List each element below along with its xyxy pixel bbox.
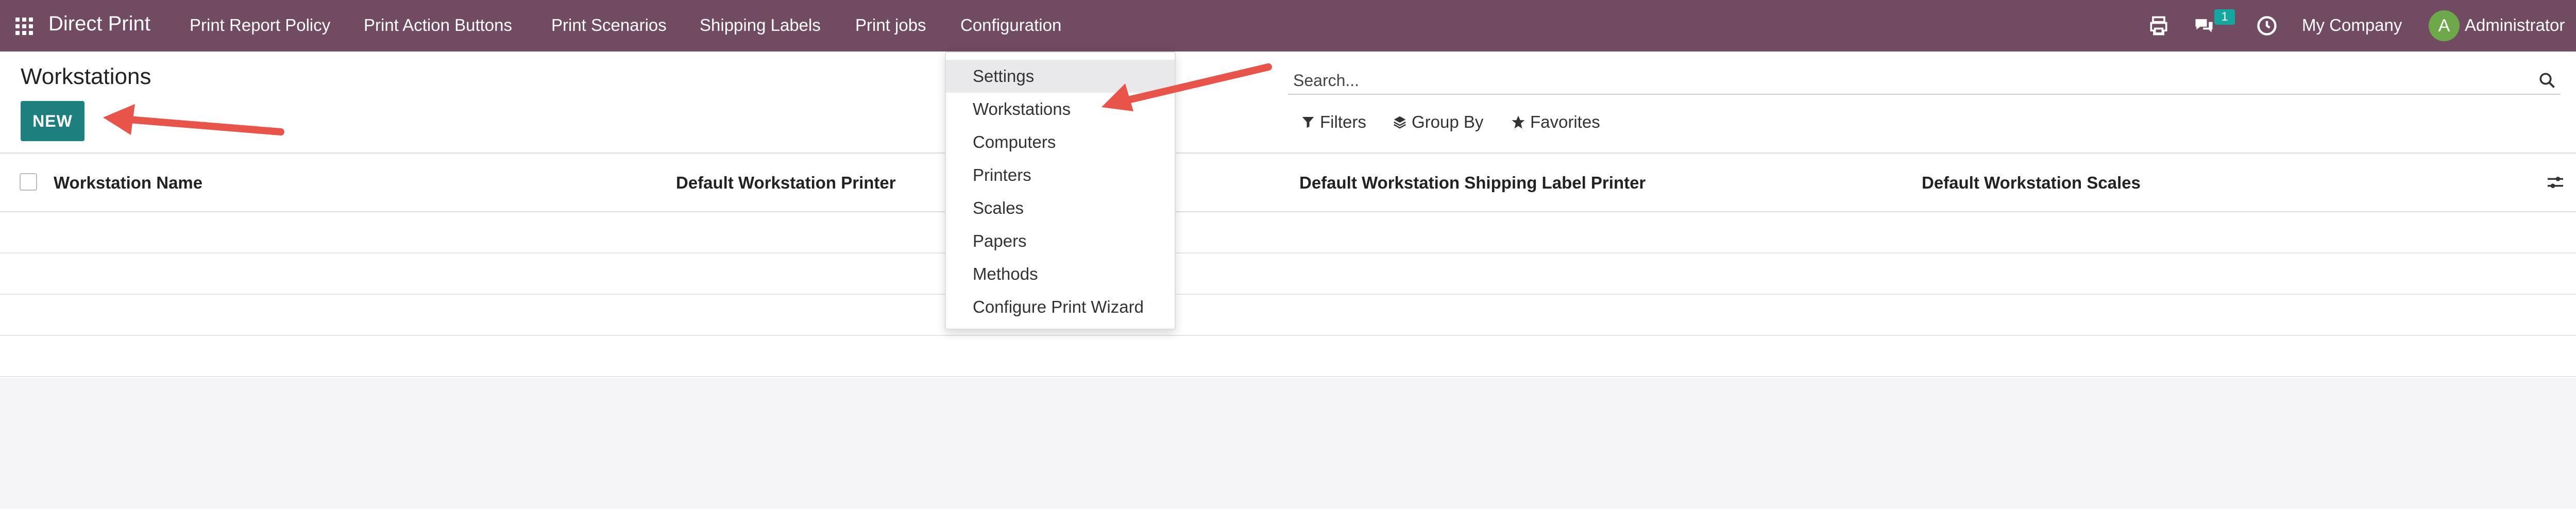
clock-icon[interactable] bbox=[2256, 14, 2278, 37]
filter-icon bbox=[1302, 117, 1314, 128]
menu-shipping-labels[interactable]: Shipping Labels bbox=[700, 15, 821, 35]
apps-grid-icon[interactable] bbox=[15, 18, 33, 35]
menu-item-printers[interactable]: Printers bbox=[946, 159, 1175, 192]
column-default-printer[interactable]: Default Workstation Printer bbox=[676, 173, 896, 193]
search-input[interactable] bbox=[1293, 70, 2519, 91]
search-box bbox=[1288, 66, 2561, 95]
layers-icon bbox=[1394, 116, 1406, 129]
filters-label: Filters bbox=[1320, 112, 1366, 131]
column-settings-icon[interactable] bbox=[2545, 172, 2566, 193]
menu-print-action-buttons[interactable]: Print Action Buttons bbox=[364, 15, 512, 35]
table-row bbox=[0, 253, 2576, 295]
company-switcher[interactable]: My Company bbox=[2302, 15, 2402, 35]
group-by-button[interactable]: Group By bbox=[1392, 112, 1483, 132]
chat-icon[interactable] bbox=[2193, 14, 2215, 37]
column-workstation-name[interactable]: Workstation Name bbox=[54, 173, 202, 193]
control-panel: Workstations NEW Filters Group By Favori… bbox=[0, 52, 2576, 152]
column-default-shipping-label-printer[interactable]: Default Workstation Shipping Label Print… bbox=[1299, 173, 1646, 193]
table-row bbox=[0, 336, 2576, 377]
menu-configuration[interactable]: Configuration bbox=[960, 15, 1061, 35]
filters-button[interactable]: Filters bbox=[1300, 112, 1366, 132]
menu-print-report-policy[interactable]: Print Report Policy bbox=[190, 15, 330, 35]
menu-item-methods[interactable]: Methods bbox=[946, 258, 1175, 291]
group-by-label: Group By bbox=[1412, 112, 1484, 131]
favorites-button[interactable]: Favorites bbox=[1511, 112, 1600, 132]
menu-item-settings[interactable]: Settings bbox=[946, 60, 1175, 93]
page-title: Workstations bbox=[21, 64, 151, 89]
star-icon bbox=[1512, 115, 1525, 129]
message-count-badge: 1 bbox=[2214, 9, 2235, 25]
menu-print-scenarios[interactable]: Print Scenarios bbox=[551, 15, 667, 35]
search-icon[interactable] bbox=[2538, 71, 2556, 90]
user-menu[interactable]: Administrator bbox=[2465, 15, 2565, 35]
column-default-scales[interactable]: Default Workstation Scales bbox=[1922, 173, 2141, 193]
menu-item-workstations[interactable]: Workstations bbox=[946, 93, 1175, 126]
user-avatar[interactable]: A bbox=[2429, 10, 2460, 41]
printer-icon[interactable] bbox=[2147, 14, 2170, 37]
configuration-dropdown: Settings Workstations Computers Printers… bbox=[945, 52, 1176, 330]
workstation-list: Workstation Name Default Workstation Pri… bbox=[0, 152, 2576, 378]
menu-item-computers[interactable]: Computers bbox=[946, 126, 1175, 159]
table-row bbox=[0, 295, 2576, 336]
menu-item-configure-print-wizard[interactable]: Configure Print Wizard bbox=[946, 291, 1175, 324]
app-brand[interactable]: Direct Print bbox=[48, 12, 150, 36]
list-header: Workstation Name Default Workstation Pri… bbox=[0, 154, 2576, 212]
menu-item-scales[interactable]: Scales bbox=[946, 192, 1175, 225]
top-navbar: Direct Print Print Report Policy Print A… bbox=[0, 0, 2576, 52]
select-all-checkbox[interactable] bbox=[20, 173, 37, 191]
menu-print-jobs[interactable]: Print jobs bbox=[855, 15, 926, 35]
new-button[interactable]: NEW bbox=[21, 101, 84, 141]
menu-item-papers[interactable]: Papers bbox=[946, 225, 1175, 258]
table-row bbox=[0, 212, 2576, 253]
favorites-label: Favorites bbox=[1530, 112, 1600, 131]
